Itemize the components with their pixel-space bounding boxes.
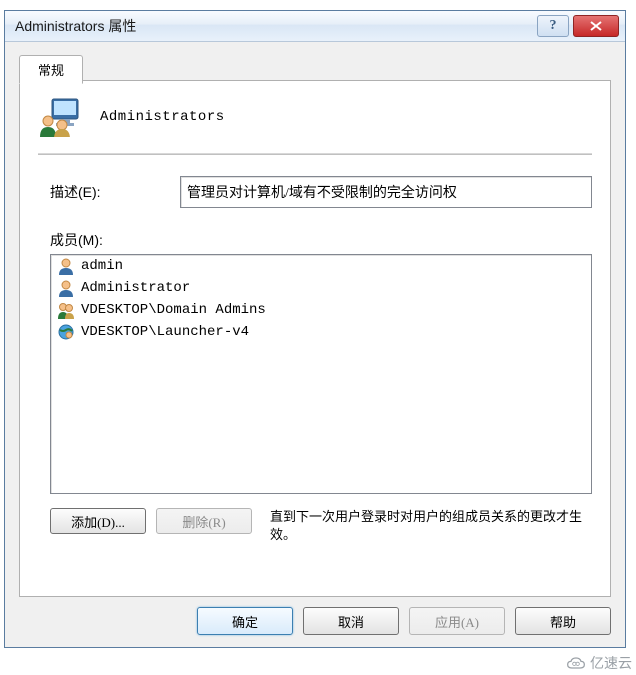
help-button-footer[interactable]: 帮助 [515, 607, 611, 635]
description-row: 描述(E): [20, 156, 610, 208]
help-button[interactable]: ? [537, 15, 569, 37]
user-icon [57, 257, 75, 275]
tab-strip: 常规 [19, 54, 83, 80]
dialog-footer: 确定 取消 应用(A) 帮助 [197, 607, 611, 635]
add-button[interactable]: 添加(D)... [50, 508, 146, 534]
group-icon [38, 97, 82, 137]
client-area: 常规 Administrators 描述(E): [5, 42, 625, 647]
titlebar: Administrators 属性 ? [5, 11, 625, 42]
group-header: Administrators [20, 81, 610, 147]
member-name: VDESKTOP\Domain Admins [81, 302, 266, 318]
list-item[interactable]: VDESKTOP\Domain Admins [51, 299, 591, 321]
user-icon [57, 279, 75, 297]
list-item[interactable]: admin [51, 255, 591, 277]
list-buttons-row: 添加(D)... 删除(R) 直到下一次用户登录时对用户的组成员关系的更改才生效… [20, 494, 610, 544]
ok-button[interactable]: 确定 [197, 607, 293, 635]
globe-icon [57, 323, 75, 341]
window-title: Administrators 属性 [15, 16, 533, 36]
apply-button: 应用(A) [409, 607, 505, 635]
members-list[interactable]: admin Administrator VDESKTOP\Domain Admi… [50, 254, 592, 494]
list-item[interactable]: VDESKTOP\Launcher-v4 [51, 321, 591, 343]
description-input[interactable] [180, 176, 592, 208]
member-name: admin [81, 258, 123, 274]
list-item[interactable]: Administrator [51, 277, 591, 299]
watermark: 亿速云 [562, 651, 636, 675]
membership-note: 直到下一次用户登录时对用户的组成员关系的更改才生效。 [262, 508, 592, 544]
member-name: VDESKTOP\Launcher-v4 [81, 324, 249, 340]
description-label: 描述(E): [50, 182, 180, 202]
members-label: 成员(M): [20, 208, 610, 254]
cancel-button[interactable]: 取消 [303, 607, 399, 635]
properties-dialog: Administrators 属性 ? 常规 Admini [4, 10, 626, 648]
member-name: Administrator [81, 280, 190, 296]
cloud-icon [566, 655, 586, 671]
group-name: Administrators [100, 109, 225, 125]
watermark-text: 亿速云 [590, 653, 632, 673]
remove-button: 删除(R) [156, 508, 252, 534]
tab-general[interactable]: 常规 [19, 55, 83, 84]
close-button[interactable] [573, 15, 619, 37]
close-icon [590, 21, 602, 31]
group-icon [57, 301, 75, 319]
general-panel: Administrators 描述(E): 成员(M): admin Admin… [19, 80, 611, 597]
